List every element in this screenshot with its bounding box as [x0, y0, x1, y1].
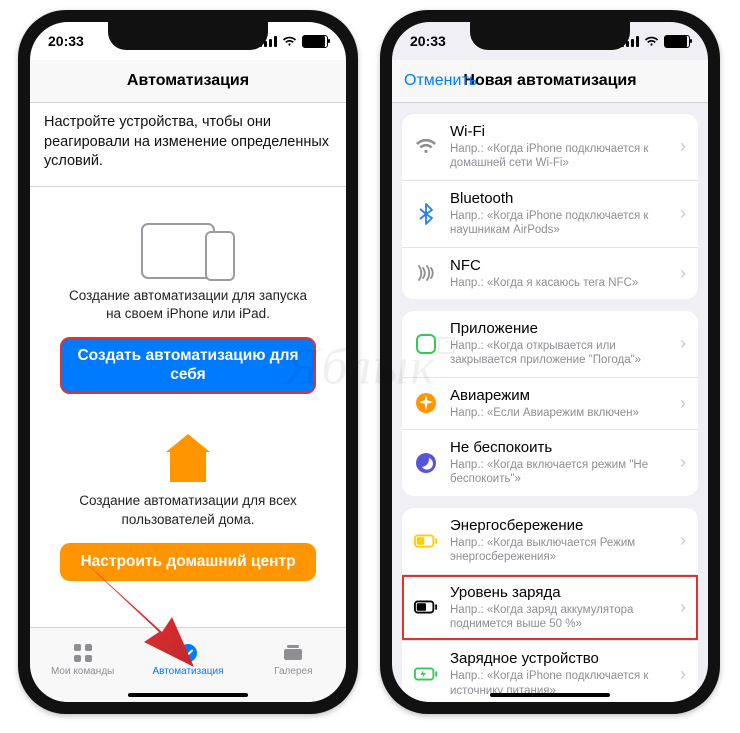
row-subtitle: Напр.: «Когда выключается Режим энергосб… — [450, 536, 668, 565]
page-title: Автоматизация — [127, 72, 249, 90]
tab-label: Мои команды — [51, 666, 114, 677]
row-title: Авиарежим — [450, 387, 668, 405]
app-icon — [414, 332, 438, 356]
phone-right: 20:33 Отменить Новая автоматизация Wi-Fi… — [380, 10, 720, 714]
screen-left: 20:33 Автоматизация Настройте устройства… — [30, 22, 346, 702]
row-subtitle: Напр.: «Когда заряд аккумулятора подниме… — [450, 603, 668, 632]
chevron-right-icon: › — [680, 203, 686, 224]
chevron-right-icon: › — [680, 664, 686, 685]
nav-bar: Отменить Новая автоматизация — [392, 60, 708, 103]
low-power-icon — [414, 529, 438, 553]
airplane-icon — [414, 391, 438, 415]
chevron-right-icon: › — [680, 333, 686, 354]
nfc-icon — [414, 261, 438, 285]
setup-home-hub-button[interactable]: Настроить домашний центр — [60, 543, 316, 582]
status-time: 20:33 — [410, 33, 446, 49]
card-text: Создание автоматизации для всех пользова… — [60, 492, 316, 528]
intro-text: Настройте устройства, чтобы они реагиров… — [30, 103, 346, 187]
notch — [470, 22, 630, 50]
nav-bar: Автоматизация — [30, 60, 346, 103]
trigger-group-battery: ЭнергосбережениеНапр.: «Когда выключаетс… — [402, 508, 698, 702]
bluetooth-icon — [414, 202, 438, 226]
trigger-airplane[interactable]: АвиарежимНапр.: «Если Авиарежим включен»… — [402, 377, 698, 429]
card-text: Создание автоматизации для запуска на св… — [60, 287, 316, 323]
tab-automation[interactable]: Автоматизация — [135, 628, 240, 690]
row-title: Приложение — [450, 320, 668, 338]
row-title: NFC — [450, 257, 668, 275]
trigger-group-connectivity: Wi-FiНапр.: «Когда iPhone подключается к… — [402, 114, 698, 299]
chevron-right-icon: › — [680, 597, 686, 618]
charger-icon — [414, 662, 438, 686]
trigger-bluetooth[interactable]: BluetoothНапр.: «Когда iPhone подключает… — [402, 180, 698, 247]
chevron-right-icon: › — [680, 452, 686, 473]
home-automation-card: Создание автоматизации для всех пользова… — [44, 426, 332, 599]
home-indicator — [490, 693, 610, 697]
chevron-right-icon: › — [680, 136, 686, 157]
trigger-wifi[interactable]: Wi-FiНапр.: «Когда iPhone подключается к… — [402, 114, 698, 180]
grid-icon — [72, 642, 94, 664]
trigger-battery-level[interactable]: Уровень зарядаНапр.: «Когда заряд аккуму… — [402, 574, 698, 641]
battery-level-icon — [414, 595, 438, 619]
chevron-right-icon: › — [680, 530, 686, 551]
trigger-app[interactable]: ПриложениеНапр.: «Когда открывается или … — [402, 311, 698, 377]
row-subtitle: Напр.: «Если Авиарежим включен» — [450, 406, 668, 420]
row-subtitle: Напр.: «Когда включается режим "Не беспо… — [450, 458, 668, 487]
status-time: 20:33 — [48, 33, 84, 49]
battery-icon — [302, 35, 328, 48]
row-subtitle: Напр.: «Когда открывается или закрываетс… — [450, 339, 668, 368]
row-subtitle: Напр.: «Когда iPhone подключается к науш… — [450, 209, 668, 238]
wifi-icon — [414, 135, 438, 159]
row-title: Энергосбережение — [450, 517, 668, 535]
wifi-icon — [644, 36, 659, 47]
row-title: Bluetooth — [450, 190, 668, 208]
trigger-dnd[interactable]: Не беспокоитьНапр.: «Когда включается ре… — [402, 429, 698, 496]
page-title: Новая автоматизация — [463, 72, 636, 90]
create-personal-automation-button[interactable]: Создать автоматизацию для себя — [60, 337, 316, 394]
row-title: Уровень заряда — [450, 584, 668, 602]
battery-icon — [664, 35, 690, 48]
trigger-nfc[interactable]: NFCНапр.: «Когда я касаюсь тега NFC» › — [402, 247, 698, 299]
chevron-right-icon: › — [680, 263, 686, 284]
row-subtitle: Напр.: «Когда я касаюсь тега NFC» — [450, 276, 668, 290]
tab-label: Автоматизация — [152, 666, 223, 677]
personal-automation-card: Создание автоматизации для запуска на св… — [44, 201, 332, 413]
automation-icon — [177, 642, 199, 664]
devices-icon — [60, 219, 316, 279]
tab-my-shortcuts[interactable]: Мои команды — [30, 628, 135, 690]
trigger-low-power[interactable]: ЭнергосбережениеНапр.: «Когда выключаетс… — [402, 508, 698, 574]
tab-gallery[interactable]: Галерея — [241, 628, 346, 690]
trigger-group-settings: ПриложениеНапр.: «Когда открывается или … — [402, 311, 698, 496]
home-icon — [170, 450, 206, 482]
wifi-icon — [282, 36, 297, 47]
home-indicator — [128, 693, 248, 697]
tab-bar: Мои команды Автоматизация Галерея — [30, 627, 346, 702]
row-subtitle: Напр.: «Когда iPhone подключается к дома… — [450, 142, 668, 171]
row-title: Зарядное устройство — [450, 650, 668, 668]
screen-right: 20:33 Отменить Новая автоматизация Wi-Fi… — [392, 22, 708, 702]
row-title: Не беспокоить — [450, 439, 668, 457]
cancel-button[interactable]: Отменить — [404, 72, 477, 90]
dnd-icon — [414, 451, 438, 475]
gallery-icon — [282, 642, 304, 664]
tab-label: Галерея — [274, 666, 312, 677]
chevron-right-icon: › — [680, 393, 686, 414]
notch — [108, 22, 268, 50]
row-title: Wi-Fi — [450, 123, 668, 141]
phone-left: 20:33 Автоматизация Настройте устройства… — [18, 10, 358, 714]
